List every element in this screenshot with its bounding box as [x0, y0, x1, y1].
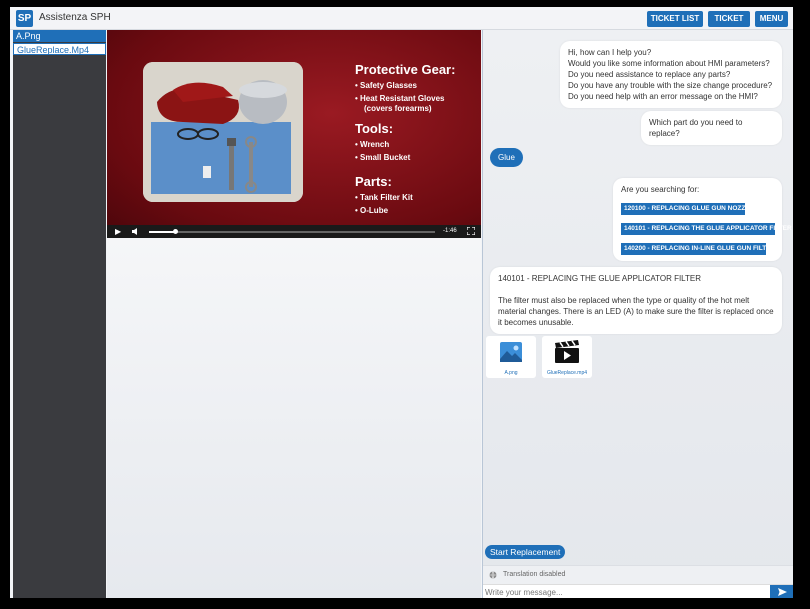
option-button-120100[interactable]: 120100 - REPLACING GLUE GUN NOZZLES: [621, 203, 758, 215]
slide-bullet: • Wrench: [355, 140, 390, 149]
bot-greeting-message: Hi, how can I help you? Would you like s…: [560, 41, 782, 108]
message-input[interactable]: [485, 586, 765, 598]
attachment-gluereplace-mp4[interactable]: GlueReplace.mp4: [542, 336, 592, 378]
greeting-line: Hi, how can I help you?: [568, 48, 652, 57]
video-progress-fill: [149, 231, 175, 233]
message-input-bar: [483, 584, 793, 598]
slide-bullet: • Small Bucket: [355, 153, 411, 162]
video-controls: ▶ -1:46: [107, 225, 481, 238]
attachment-a-png[interactable]: A.png: [486, 336, 536, 378]
greeting-line: Would you like some information about HM…: [568, 59, 770, 68]
send-button[interactable]: [770, 585, 793, 598]
slide-bullet: • Safety Glasses: [355, 81, 417, 90]
bot-question-message: Which part do you need to replace?: [641, 111, 782, 145]
bot-options-message: Are you searching for: 120100 - REPLACIN…: [613, 178, 792, 261]
file-sidebar: A.Png GlueReplace.Mp4: [13, 30, 106, 598]
start-replacement-button[interactable]: Start Replacement: [485, 545, 566, 559]
translation-status: Translation disabled: [503, 571, 566, 578]
video-player[interactable]: Protective Gear: • Safety Glasses • Heat…: [107, 30, 481, 238]
ticket-button[interactable]: TICKET: [708, 11, 750, 27]
slide-bullet-text: Heat Resistant Gloves: [360, 94, 445, 103]
option-button-140101[interactable]: 140101 - REPLACING THE GLUE APPLICATOR F…: [621, 223, 792, 235]
slide-bullet-text: Tank Filter Kit: [360, 193, 413, 202]
slide-bullet-text: Wrench: [360, 140, 390, 149]
video-clapper-icon: [555, 340, 579, 363]
slide-bullet-text: Safety Glasses: [360, 81, 417, 90]
greeting-line: Do you have any trouble with the size ch…: [568, 81, 773, 90]
slide-section-tools: Tools:: [355, 121, 393, 136]
option-button-140200[interactable]: 140200 - REPLACING IN-LINE GLUE GUN FILT…: [621, 243, 780, 255]
slide-heading: Parts:: [355, 174, 392, 189]
play-icon[interactable]: ▶: [115, 227, 121, 236]
fullscreen-icon[interactable]: [466, 226, 476, 237]
slide-bullet: • Heat Resistant Gloves: [355, 94, 445, 103]
video-progress-bar[interactable]: [149, 229, 435, 234]
globe-icon[interactable]: [489, 571, 497, 579]
image-icon: [500, 342, 522, 362]
menu-button[interactable]: MENU: [755, 11, 788, 27]
app-title: Assistenza SPH: [39, 12, 111, 23]
answer-body: The filter must also be replaced when th…: [498, 296, 774, 327]
answer-title: 140101 - REPLACING THE GLUE APPLICATOR F…: [498, 274, 702, 283]
translation-bar: Translation disabled: [483, 565, 793, 584]
time-remaining: -1:46: [443, 228, 457, 234]
slide-bullet: • Tank Filter Kit: [355, 193, 413, 202]
search-prompt: Are you searching for:: [621, 185, 700, 194]
file-item-a-png[interactable]: A.Png: [13, 30, 106, 42]
slide-section-protective-gear: Protective Gear:: [355, 62, 455, 77]
video-progress-knob[interactable]: [172, 229, 178, 234]
slide-bullet-text: Small Bucket: [360, 153, 411, 162]
bot-answer-message: 140101 - REPLACING THE GLUE APPLICATOR F…: [490, 267, 782, 334]
attachment-label: GlueReplace.mp4: [546, 370, 588, 376]
slide-bullet: • O-Lube: [355, 206, 389, 215]
slide-bullet-text: (covers forearms): [364, 104, 432, 113]
send-icon: [778, 588, 787, 596]
file-item-gluereplace-mp4[interactable]: GlueReplace.Mp4: [13, 43, 106, 55]
chat-panel: Hi, how can I help you? Would you like s…: [482, 30, 793, 598]
slide-heading: Protective Gear:: [355, 62, 456, 77]
ticket-list-button[interactable]: TICKET LIST: [647, 11, 703, 27]
top-bar: SP Assistenza SPH TICKET LIST TICKET MEN…: [10, 7, 793, 30]
viewer-empty-area: [107, 238, 481, 598]
slide-bullet-text: O-Lube: [360, 206, 389, 215]
app-logo: SP: [16, 10, 33, 27]
slide-section-parts: Parts:: [355, 174, 392, 189]
slide-heading: Tools:: [355, 121, 394, 136]
greeting-line: Do you need help with an error message o…: [568, 92, 758, 101]
user-message: Glue: [490, 148, 523, 167]
greeting-line: Do you need assistance to replace any pa…: [568, 70, 731, 79]
volume-icon[interactable]: [131, 227, 140, 238]
attachment-label: A.png: [504, 370, 518, 376]
equipment-photo: [143, 62, 303, 202]
app-window: SP Assistenza SPH TICKET LIST TICKET MEN…: [10, 7, 793, 598]
